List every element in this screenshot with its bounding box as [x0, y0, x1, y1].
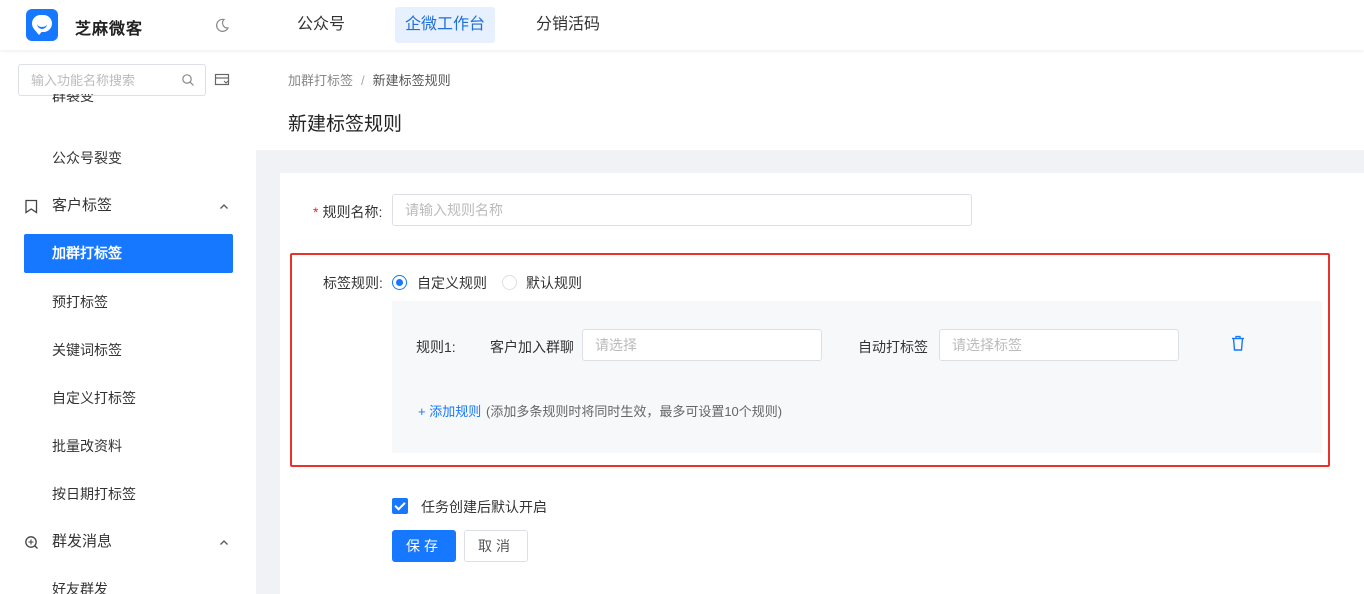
top-bar: 芝麻微客 公众号 企微工作台 分销活码: [0, 0, 1364, 50]
radio-default-rule-label[interactable]: 默认规则: [526, 273, 582, 293]
sidebar-search-input[interactable]: [19, 65, 179, 95]
breadcrumb-separator: /: [361, 73, 365, 88]
rule1-label: 规则1:: [416, 339, 456, 355]
search-icon[interactable]: [181, 73, 195, 87]
rule-panel: 规则1: 客户加入群聊 自动打标签 + 添加规则 (添加多条规则时将同时生效，最…: [392, 301, 1322, 453]
nav-tab-official-account[interactable]: 公众号: [287, 7, 355, 43]
broadcast-icon: [25, 536, 38, 549]
sidebar-group-mass-message[interactable]: 群发消息: [0, 525, 256, 559]
sidebar-group-label: 客户标签: [52, 197, 113, 214]
nav-tab-wecom-workbench[interactable]: 企微工作台: [395, 7, 496, 43]
breadcrumb-current: 新建标签规则: [372, 73, 451, 88]
tag-rule-label: 标签规则:: [323, 275, 383, 291]
add-rule-link[interactable]: + 添加规则: [418, 401, 481, 420]
dark-mode-moon-icon[interactable]: [214, 17, 230, 33]
group-select[interactable]: [582, 329, 822, 361]
auto-tag-label: 自动打标签: [858, 339, 928, 355]
sidebar-item-official-fission[interactable]: 公众号裂变: [0, 141, 256, 175]
sidebar-item-custom-tag[interactable]: 自定义打标签: [0, 381, 256, 415]
save-button[interactable]: 保存: [392, 530, 456, 562]
tag-icon: [25, 199, 38, 214]
delete-rule-trash-icon[interactable]: [1229, 334, 1247, 352]
sidebar-item-pre-tag[interactable]: 预打标签: [0, 285, 256, 319]
auto-enable-checkbox[interactable]: [392, 498, 408, 514]
sidebar-item-group-fission[interactable]: 群裂变: [0, 94, 256, 118]
auto-enable-label[interactable]: 任务创建后默认开启: [421, 497, 547, 517]
sidebar-group-label: 群发消息: [52, 533, 113, 550]
app-title: 芝麻微客: [75, 21, 144, 38]
sidebar-item-date-tag[interactable]: 按日期打标签: [0, 477, 256, 511]
page-header: 加群打标签 / 新建标签规则 新建标签规则: [256, 50, 1364, 150]
breadcrumb-parent[interactable]: 加群打标签: [288, 73, 353, 88]
radio-default-rule[interactable]: [502, 275, 517, 290]
breadcrumb: 加群打标签 / 新建标签规则: [288, 70, 451, 89]
sidebar-item-join-group-tag[interactable]: 加群打标签: [24, 234, 233, 273]
rule-name-label: * 规则名称:: [313, 204, 383, 220]
add-rule-hint: (添加多条规则时将同时生效，最多可设置10个规则): [486, 404, 783, 419]
radio-custom-rule-label[interactable]: 自定义规则: [417, 273, 487, 293]
app-logo-icon[interactable]: [26, 9, 58, 41]
sidebar-item-friend-broadcast[interactable]: 好友群发: [0, 572, 256, 594]
tag-select[interactable]: [939, 329, 1179, 361]
cancel-button[interactable]: 取消: [464, 530, 528, 562]
main-content: 加群打标签 / 新建标签规则 新建标签规则 *规则名称: 标签规则: 自定义规则 默…: [256, 50, 1364, 594]
sidebar-item-keyword-tag[interactable]: 关键词标签: [0, 333, 256, 367]
chevron-up-icon: [220, 540, 228, 545]
sidebar-group-customer-tags[interactable]: 客户标签: [0, 189, 256, 223]
sidebar-search-box[interactable]: [18, 64, 206, 96]
form-card: *规则名称: 标签规则: 自定义规则 默认规则 规则1: 客户加入群聊 自动打标…: [280, 173, 1364, 594]
nav-tab-distribution-code[interactable]: 分销活码: [526, 7, 610, 43]
sidebar: 群裂变 公众号裂变 客户标签 加群打标签 预打标签 关键词标签 自定义打标签 批…: [0, 50, 256, 594]
rule-name-input[interactable]: [392, 194, 972, 226]
required-mark: *: [313, 204, 319, 220]
page-title: 新建标签规则: [288, 114, 403, 135]
collapse-menu-icon[interactable]: [214, 72, 230, 88]
radio-custom-rule[interactable]: [392, 275, 407, 290]
chevron-up-icon: [220, 204, 228, 209]
join-group-label: 客户加入群聊: [490, 339, 574, 355]
sidebar-item-batch-edit[interactable]: 批量改资料: [0, 429, 256, 463]
